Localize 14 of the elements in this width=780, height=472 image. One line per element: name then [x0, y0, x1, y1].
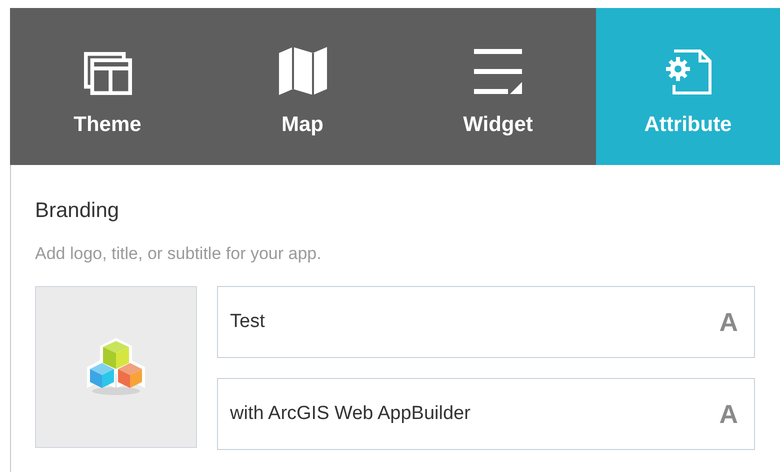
section-description: Add logo, title, or subtitle for your app. — [35, 244, 322, 264]
section-title: Branding — [35, 199, 120, 223]
widget-icon — [474, 49, 522, 95]
document-gear-icon — [664, 49, 712, 95]
font-style-button[interactable]: A — [719, 306, 738, 338]
map-icon — [278, 47, 326, 95]
font-style-button[interactable]: A — [719, 398, 738, 430]
cubes-logo-icon — [86, 336, 146, 398]
windows-icon — [84, 52, 132, 95]
field-value: Test — [230, 311, 265, 333]
logo-box[interactable] — [35, 286, 197, 448]
text-field[interactable]: Test A — [217, 286, 755, 358]
field-value: with ArcGIS Web AppBuilder — [230, 403, 470, 425]
text-field[interactable]: with ArcGIS Web AppBuilder A — [217, 378, 755, 450]
